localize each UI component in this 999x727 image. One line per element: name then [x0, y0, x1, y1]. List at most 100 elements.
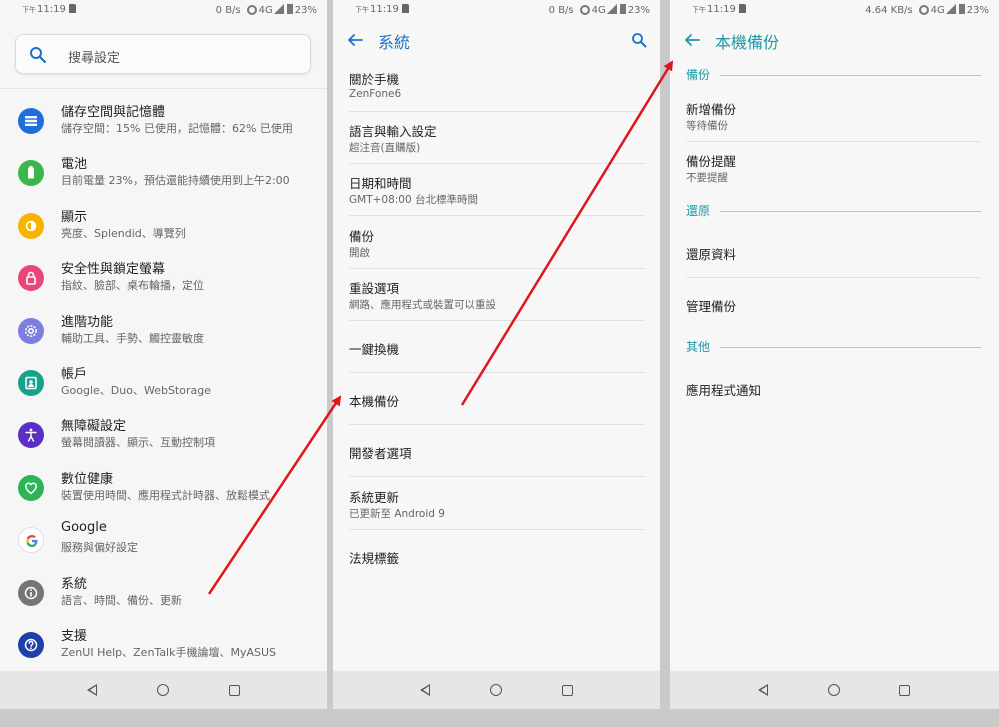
nav-home-icon[interactable]: [828, 684, 840, 696]
settings-item-title: 安全性與鎖定螢幕: [61, 262, 166, 278]
nav-back-icon[interactable]: [758, 684, 768, 696]
status-time: 下午11:19: [692, 4, 746, 15]
system-item[interactable]: 法規標籤: [349, 530, 645, 582]
settings-item-title: 顯示: [61, 209, 88, 225]
backup-item-title: 備份提醒: [686, 154, 737, 169]
settings-item-subtitle: Google、Duo、WebStorage: [61, 384, 211, 397]
network-type: 4G: [258, 5, 273, 16]
system-item[interactable]: 語言與輸入設定 超注音(直購版): [349, 112, 645, 165]
hotspot-icon: [918, 5, 929, 15]
backup-item[interactable]: 還原資料: [686, 226, 981, 278]
system-item-subtitle: ZenFone6: [349, 88, 402, 100]
system-item[interactable]: 系統更新 已更新至 Android 9: [349, 478, 645, 530]
status-bar: 下午11:19 0 B/s 4G 23%: [0, 0, 327, 20]
settings-item-subtitle: 服務與偏好設定: [61, 541, 138, 555]
system-item-title: 備份: [349, 228, 375, 244]
nav-home-icon[interactable]: [157, 684, 169, 696]
nav-recent-icon[interactable]: [899, 685, 910, 696]
system-item[interactable]: 重設選項 網路、應用程式或裝置可以重設: [349, 269, 645, 321]
settings-item-subtitle: 指紋、臉部、桌布輪播，定位: [61, 279, 204, 293]
info-icon: [18, 579, 44, 606]
section-divider: [720, 211, 981, 212]
nav-recent-icon[interactable]: [229, 685, 240, 696]
section-header: 備份: [686, 68, 711, 82]
settings-item[interactable]: 電池 目前電量 23%，預估還能持續使用到上午2:00: [0, 149, 327, 201]
signal-icon: [606, 4, 617, 14]
search-icon[interactable]: [631, 32, 647, 48]
status-time: 下午11:19: [355, 4, 409, 15]
section-header: 還原: [686, 204, 711, 218]
backup-item[interactable]: 應用程式通知: [686, 362, 981, 414]
settings-item-title: Google: [61, 520, 107, 536]
settings-item[interactable]: 顯示 亮度、Splendid、導覽列: [0, 202, 327, 254]
backup-item[interactable]: 管理備份: [686, 278, 981, 330]
app-bar: 本機備份: [670, 20, 999, 60]
battery-percent: 23%: [294, 5, 317, 16]
settings-item[interactable]: Google 服務與偏好設定: [0, 516, 327, 568]
system-item[interactable]: 一鍵換機: [349, 321, 645, 373]
battery-percent: 23%: [966, 5, 989, 16]
display-icon: [18, 212, 44, 239]
system-item[interactable]: 開發者選項: [349, 425, 645, 478]
backup-item-subtitle: 不要提醒: [686, 172, 728, 184]
search-settings-box[interactable]: 搜尋設定: [15, 34, 311, 74]
system-item-title: 重設選項: [349, 280, 400, 296]
backup-item[interactable]: 備份提醒 不要提醒: [686, 142, 981, 194]
settings-item-subtitle: 語言、時間、備份、更新: [61, 593, 182, 607]
backup-item[interactable]: 新增備份 等待備份: [686, 90, 981, 142]
backup-item-subtitle: 等待備份: [686, 120, 728, 132]
system-item-subtitle: 已更新至 Android 9: [349, 507, 445, 520]
system-item[interactable]: 關於手機 ZenFone6: [349, 60, 645, 112]
status-right: 0 B/s 4G 23%: [216, 4, 317, 16]
system-item-title: 語言與輸入設定: [349, 124, 437, 140]
system-item[interactable]: 日期和時間 GMT+08:00 台北標準時間: [349, 164, 645, 217]
settings-item[interactable]: 安全性與鎖定螢幕 指紋、臉部、桌布輪播，定位: [0, 254, 327, 306]
search-icon: [30, 47, 47, 64]
network-type: 4G: [591, 5, 606, 16]
settings-item[interactable]: 支援 ZenUI Help、ZenTalk手機論壇、MyASUS: [0, 621, 327, 673]
net-speed: 0 B/s: [215, 5, 241, 16]
nav-recent-icon[interactable]: [562, 685, 573, 696]
settings-item[interactable]: 進階功能 輔助工具、手勢、觸控靈敏度: [0, 307, 327, 359]
settings-item-title: 帳戶: [61, 367, 88, 382]
section-divider: [720, 75, 981, 76]
status-right: 0 B/s 4G 23%: [549, 4, 650, 16]
nav-back-icon[interactable]: [87, 684, 97, 696]
app-bar: 系統: [333, 20, 660, 60]
settings-item[interactable]: 儲存空間與記憶體 儲存空間：15% 已使用，記憶體：62% 已使用: [0, 97, 327, 149]
nav-home-icon[interactable]: [490, 684, 502, 696]
system-item-title: 日期和時間: [349, 176, 412, 192]
accessibility-icon: [18, 422, 44, 449]
divider: [0, 88, 327, 89]
system-item[interactable]: 備份 開啟: [349, 217, 645, 269]
settings-item-subtitle: ZenUI Help、ZenTalk手機論壇、MyASUS: [61, 646, 277, 659]
settings-item-subtitle: 儲存空間：15% 已使用，記憶體：62% 已使用: [61, 122, 293, 135]
settings-item[interactable]: 數位健康 裝置使用時間、應用程式計時器、放鬆模式: [0, 464, 327, 516]
settings-item-title: 無障礙設定: [61, 419, 127, 435]
net-speed: 0 B/s: [548, 5, 574, 16]
battery-status-icon: [286, 4, 293, 14]
settings-item[interactable]: 帳戶 Google、Duo、WebStorage: [0, 359, 327, 411]
back-arrow-icon[interactable]: [347, 32, 363, 48]
system-panel: 下午11:19 0 B/s 4G 23% 系統 關於手機 ZenFone6 語言與輸入設…: [333, 0, 660, 709]
system-item-subtitle: 超注音(直購版): [349, 142, 421, 155]
settings-item-subtitle: 裝置使用時間、應用程式計時器、放鬆模式: [61, 488, 270, 502]
settings-item[interactable]: 系統 語言、時間、備份、更新: [0, 569, 327, 621]
battery-percent: 23%: [627, 5, 650, 16]
back-arrow-icon[interactable]: [684, 32, 700, 48]
nav-bar: [333, 671, 660, 709]
backup-item-title: 管理備份: [686, 299, 737, 314]
system-item[interactable]: 本機備份: [349, 373, 645, 426]
nav-back-icon[interactable]: [420, 684, 430, 696]
settings-panel: 下午11:19 0 B/s 4G 23% 搜尋設定 儲存空間與記憶體 儲存空間：15%…: [0, 0, 327, 709]
page-title: 本機備份: [715, 33, 780, 52]
backup-item-title: 應用程式通知: [686, 383, 762, 398]
storage-icon: [18, 108, 44, 134]
status-bar: 下午11:19 0 B/s 4G 23%: [333, 0, 660, 20]
signal-icon: [945, 4, 956, 14]
wellbeing-icon: [18, 474, 44, 501]
sd-card-icon: [401, 4, 409, 13]
signal-icon: [273, 4, 284, 14]
settings-item[interactable]: 無障礙設定 螢幕閱讀器、顯示、互動控制項: [0, 411, 327, 463]
account-icon: [18, 370, 44, 396]
